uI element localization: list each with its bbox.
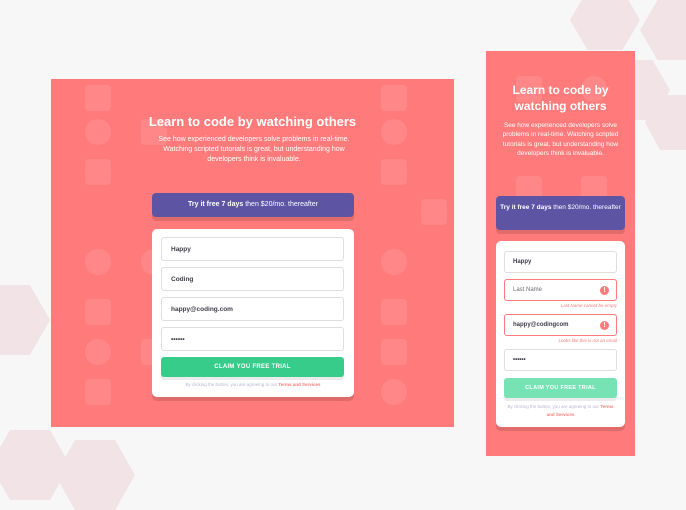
terms-prefix: By clicking the button, you are agreeing… xyxy=(185,382,278,387)
trial-banner: Try it free 7 days then $20/mo. thereaft… xyxy=(496,196,625,230)
pattern-icon xyxy=(421,199,447,225)
claim-trial-button[interactable]: CLAIM YOU FREE TRIAL xyxy=(504,378,617,398)
trial-rest: then $20/mo. thereafter xyxy=(553,204,621,211)
first-name-input[interactable]: Happy xyxy=(504,251,617,273)
last-name-input[interactable]: Coding xyxy=(161,267,344,291)
pattern-icon xyxy=(381,159,407,185)
pattern-icon xyxy=(381,85,407,111)
terms-prefix: By clicking the button, you are agreeing… xyxy=(507,404,600,409)
claim-trial-button[interactable]: CLAIM YOU FREE TRIAL xyxy=(161,357,344,377)
description: See how experienced developers solve pro… xyxy=(502,122,619,158)
pattern-icon xyxy=(85,339,111,365)
desktop-preview: Learn to code by watching others See how… xyxy=(51,79,454,427)
description: See how experienced developers solve pro… xyxy=(158,136,350,164)
headline: Learn to code by watching others xyxy=(512,83,609,113)
password-input[interactable]: •••••• xyxy=(504,349,617,371)
trial-banner: Try it free 7 days then $20/mo. thereaft… xyxy=(152,193,354,217)
pattern-icon xyxy=(85,379,111,405)
trial-rest: then $20/mo. thereafter xyxy=(245,201,318,208)
signup-form: Happy Last Name ! Last Name cannot be em… xyxy=(496,241,625,427)
pattern-icon xyxy=(85,159,111,185)
first-name-input[interactable]: Happy xyxy=(161,237,344,261)
terms-text: By clicking the button, you are agreeing… xyxy=(152,382,354,387)
terms-text: By clicking the button, you are agreeing… xyxy=(504,403,617,419)
email-error: Looks like this is not an email xyxy=(558,338,617,343)
pattern-icon xyxy=(85,85,111,111)
exclamation-circle-icon: ! xyxy=(600,286,609,295)
terms-link[interactable]: Terms and Services xyxy=(278,382,320,387)
trial-bold: Try it free 7 days xyxy=(188,201,244,208)
pattern-icon xyxy=(381,379,407,405)
exclamation-circle-icon: ! xyxy=(600,321,609,330)
background-hexagon xyxy=(640,0,686,60)
last-name-error: Last Name cannot be empty xyxy=(560,303,617,308)
pattern-icon xyxy=(381,339,407,365)
mobile-preview: Learn to code by watching others See how… xyxy=(486,51,635,456)
headline: Learn to code by watching others xyxy=(148,114,357,129)
pattern-icon xyxy=(381,299,407,325)
background-hexagon xyxy=(0,430,70,500)
signup-form: Happy Coding happy@coding.com •••••• CLA… xyxy=(152,229,354,397)
pattern-icon xyxy=(85,299,111,325)
background-hexagon xyxy=(55,440,135,510)
pattern-icon xyxy=(85,249,111,275)
background-hexagon xyxy=(0,285,50,355)
pattern-icon xyxy=(381,249,407,275)
email-input[interactable]: happy@coding.com xyxy=(161,297,344,321)
trial-bold: Try it free 7 days xyxy=(500,204,552,211)
background-hexagon xyxy=(570,0,640,50)
password-input[interactable]: •••••• xyxy=(161,327,344,351)
